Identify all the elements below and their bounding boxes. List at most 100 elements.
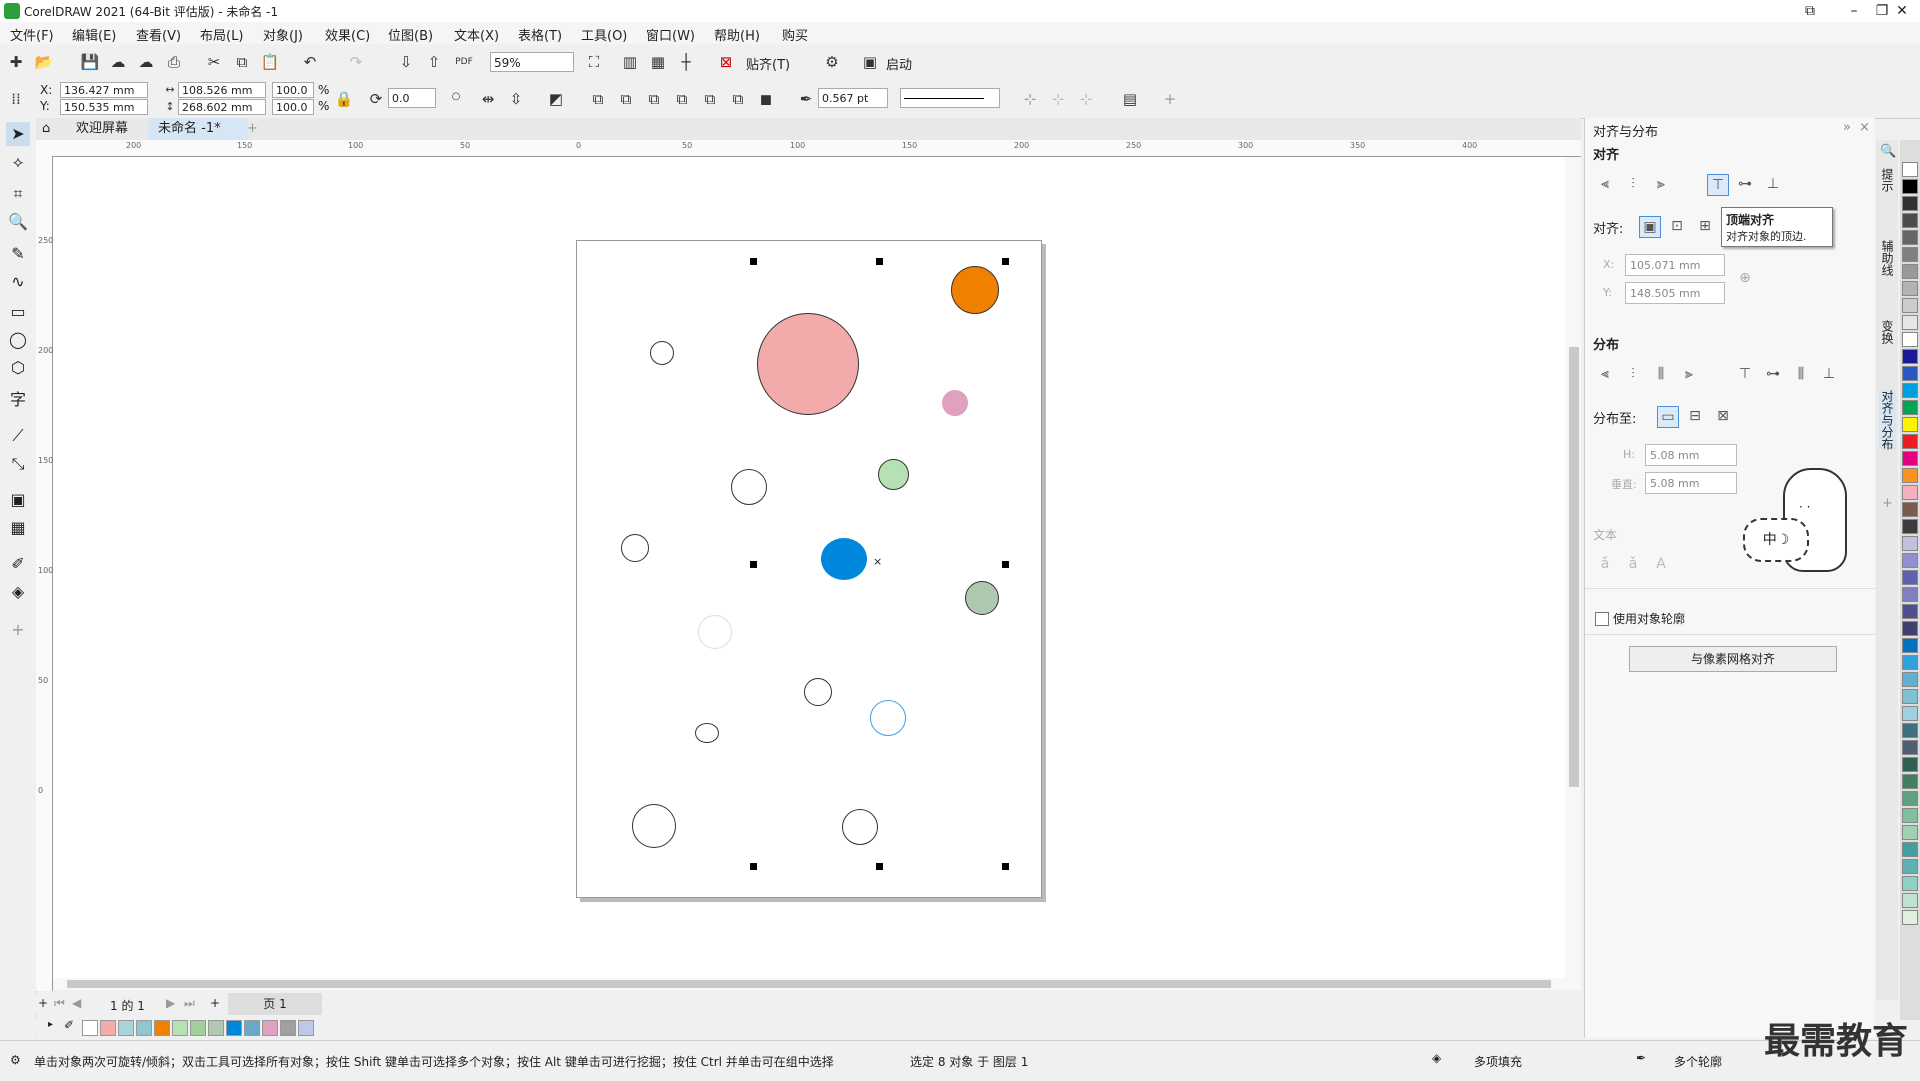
add-docker-icon[interactable]: +: [1882, 496, 1893, 511]
copy-icon[interactable]: ⧉: [232, 52, 252, 72]
palette-color-swatch[interactable]: [1902, 536, 1918, 551]
break-apart-icon[interactable]: ⊹: [1076, 89, 1096, 109]
palette-color-swatch[interactable]: [1902, 740, 1918, 755]
interactive-fill-icon[interactable]: ◈: [6, 580, 30, 604]
palette-color-swatch[interactable]: [1902, 808, 1918, 823]
menu-object[interactable]: 对象(J): [263, 25, 303, 44]
tab-guidelines[interactable]: 辅助线: [1879, 240, 1896, 276]
palette-color-swatch[interactable]: [1902, 842, 1918, 857]
transparency-icon[interactable]: ▦: [6, 516, 30, 540]
palette-color-swatch[interactable]: [1902, 553, 1918, 568]
trim-icon[interactable]: ⧉: [616, 89, 636, 109]
undo-icon[interactable]: ↶: [300, 52, 320, 72]
document-color-swatch[interactable]: [262, 1020, 278, 1036]
snap-off-icon[interactable]: ⊠: [716, 52, 736, 72]
crop-tool-icon[interactable]: ⌗: [6, 182, 30, 206]
x-position-input[interactable]: 136.427 mm: [60, 82, 148, 98]
outline-circle[interactable]: [731, 469, 767, 505]
simplify-icon[interactable]: ⧉: [672, 89, 692, 109]
palette-color-swatch[interactable]: [1902, 298, 1918, 313]
palette-color-swatch[interactable]: [1902, 264, 1918, 279]
document-color-swatch[interactable]: [154, 1020, 170, 1036]
menu-view[interactable]: 查看(V): [136, 25, 181, 44]
tab-welcome-screen[interactable]: 欢迎屏幕: [66, 118, 139, 140]
weld-icon[interactable]: ⧉: [588, 89, 608, 109]
launch-icon[interactable]: ▣: [860, 52, 880, 72]
cloud-download-icon[interactable]: ☁: [108, 52, 128, 72]
align-to-page-edge-icon[interactable]: ⊞: [1695, 216, 1715, 236]
drop-shadow-icon[interactable]: ▣: [6, 488, 30, 512]
distribute-spacing-mode-icon[interactable]: ⊠: [1713, 406, 1733, 426]
eyedropper-icon[interactable]: ✐: [6, 552, 30, 576]
outline-circle[interactable]: [695, 723, 719, 743]
v-spacing-input[interactable]: 5.08 mm: [1645, 472, 1737, 494]
rectangle-tool-icon[interactable]: ▭: [6, 300, 30, 324]
paste-icon[interactable]: 📋: [260, 52, 280, 72]
use-outline-checkbox[interactable]: [1595, 612, 1609, 626]
mirror-horizontal-icon[interactable]: ⇹: [478, 89, 498, 109]
document-color-swatch[interactable]: [172, 1020, 188, 1036]
blue-circle[interactable]: [821, 538, 867, 580]
align-top-icon[interactable]: ⊤: [1707, 174, 1729, 196]
zoom-tool-icon[interactable]: 🔍: [6, 210, 30, 234]
prev-page-icon[interactable]: ◀: [72, 996, 81, 1010]
close-button[interactable]: ✕: [1880, 0, 1920, 22]
vertical-scroll-thumb[interactable]: [1569, 347, 1579, 787]
text-last-line-icon[interactable]: ǎ: [1623, 554, 1643, 574]
palette-color-swatch[interactable]: [1902, 774, 1918, 789]
tab-hints[interactable]: 提示: [1879, 168, 1896, 192]
scale-height-input[interactable]: 100.0: [272, 99, 314, 115]
horizontal-scrollbar[interactable]: [53, 978, 1565, 990]
redo-icon[interactable]: ↷: [346, 52, 366, 72]
palette-color-swatch[interactable]: [1902, 723, 1918, 738]
options-gear-icon[interactable]: ⚙: [822, 52, 842, 72]
fill-icon[interactable]: ◈: [1432, 1051, 1441, 1065]
palette-color-swatch[interactable]: [1902, 434, 1918, 449]
menu-file[interactable]: 文件(F): [10, 25, 54, 44]
front-minus-back-icon[interactable]: ⧉: [700, 89, 720, 109]
add-tool-icon[interactable]: +: [6, 618, 30, 642]
tab-untitled-1[interactable]: 未命名 -1*: [148, 118, 248, 140]
palette-color-swatch[interactable]: [1902, 604, 1918, 619]
selection-handle[interactable]: [876, 863, 883, 870]
line-style-select[interactable]: [900, 88, 1000, 108]
import-icon[interactable]: ⇩: [396, 52, 416, 72]
palette-color-swatch[interactable]: [1902, 162, 1918, 177]
light-blue-outline-circle[interactable]: [870, 700, 906, 736]
document-color-swatch[interactable]: [280, 1020, 296, 1036]
vertical-ruler[interactable]: 250 200 150 100 50 0: [36, 156, 53, 991]
pick-tool-icon[interactable]: ➤: [6, 122, 30, 146]
sage-circle[interactable]: [965, 581, 999, 615]
lock-ratio-icon[interactable]: 🔒: [334, 89, 354, 109]
h-spacing-input[interactable]: 5.08 mm: [1645, 444, 1737, 466]
distribute-left-icon[interactable]: ⫷: [1595, 364, 1615, 384]
mirror-vertical-icon[interactable]: ⇳: [506, 89, 526, 109]
align-to-pixel-grid-button[interactable]: 与像素网格对齐: [1629, 646, 1837, 672]
last-page-icon[interactable]: ⏭: [184, 996, 195, 1011]
palette-color-swatch[interactable]: [1902, 689, 1918, 704]
back-minus-front-icon[interactable]: ⧉: [728, 89, 748, 109]
document-color-swatch[interactable]: [298, 1020, 314, 1036]
show-rulers-icon[interactable]: ▥: [620, 52, 640, 72]
wrap-text-icon[interactable]: ⊹: [1020, 89, 1040, 109]
lilac-circle[interactable]: [942, 390, 968, 416]
menu-bitmaps[interactable]: 位图(B): [388, 25, 433, 44]
document-color-swatch[interactable]: [226, 1020, 242, 1036]
palette-color-swatch[interactable]: [1902, 417, 1918, 432]
artistic-media-icon[interactable]: ∿: [6, 270, 30, 294]
outline-circle[interactable]: [842, 809, 878, 845]
parallel-dimension-icon[interactable]: ⟋: [6, 424, 30, 448]
text-tool-icon[interactable]: 字: [6, 388, 30, 412]
palette-color-swatch[interactable]: [1902, 706, 1918, 721]
orange-circle[interactable]: [951, 266, 999, 314]
add-toolbar-icon[interactable]: +: [1160, 89, 1180, 109]
align-right-icon[interactable]: ⫸: [1651, 174, 1671, 194]
palette-color-swatch[interactable]: [1902, 655, 1918, 670]
palette-color-swatch[interactable]: [1902, 451, 1918, 466]
palette-color-swatch[interactable]: [1902, 468, 1918, 483]
align-to-page-icon[interactable]: ⊡: [1667, 216, 1687, 236]
rotation-angle-input[interactable]: 0.0: [388, 88, 436, 108]
menu-window[interactable]: 窗口(W): [646, 25, 695, 44]
outline-width-select[interactable]: 0.567 pt: [818, 88, 888, 108]
export-pdf-icon[interactable]: PDF: [454, 52, 474, 72]
